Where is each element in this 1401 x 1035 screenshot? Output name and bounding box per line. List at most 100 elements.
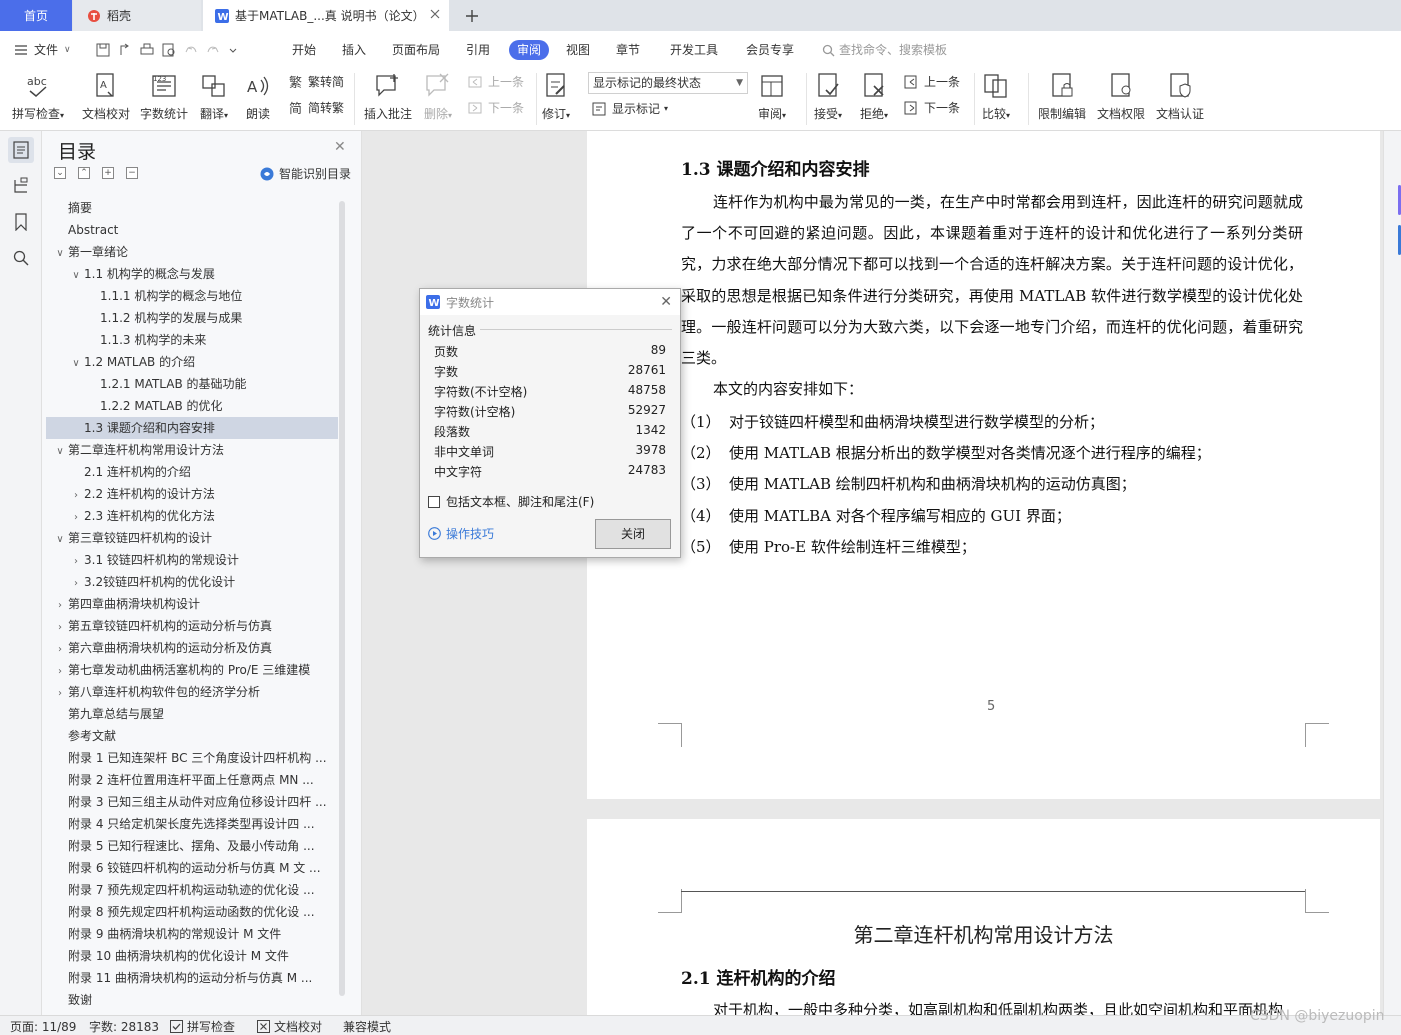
next-change-button[interactable]: 下一条 xyxy=(904,99,960,116)
toc-item[interactable]: › 3.1 铰链四杆机构的常规设计 xyxy=(46,549,338,571)
close-tab-icon[interactable] xyxy=(429,8,441,20)
menu-view[interactable]: 视图 xyxy=(566,40,590,60)
tab-daoke[interactable]: 稻壳 xyxy=(73,0,201,31)
save-icon[interactable] xyxy=(96,43,110,57)
toc-item[interactable]: › 第五章铰链四杆机构的运动分析与仿真 xyxy=(46,615,338,637)
page-indicator[interactable]: 页面: 11/89 xyxy=(10,1018,76,1035)
markup-display-select[interactable]: 显示标记的最终状态 ▼ xyxy=(588,72,748,94)
tab-home[interactable]: 首页 xyxy=(0,0,72,31)
toc-item[interactable]: › 第四章曲柄滑块机构设计 xyxy=(46,593,338,615)
toc-item[interactable]: 附录 10 曲柄滑块机构的优化设计 M 文件 xyxy=(46,945,338,967)
prev-comment-button[interactable]: 上一条 xyxy=(468,73,524,90)
toc-item[interactable]: 附录 2 连杆位置用连杆平面上任意两点 MN ... xyxy=(46,769,338,791)
tips-link[interactable]: 操作技巧 xyxy=(428,525,494,542)
menu-insert[interactable]: 插入 xyxy=(342,40,366,60)
chevron-right-icon[interactable]: › xyxy=(54,595,66,615)
toc-item[interactable]: ∨ 1.2 MATLAB 的介绍 xyxy=(46,351,338,373)
chevron-right-icon[interactable]: › xyxy=(70,485,82,505)
menu-start[interactable]: 开始 xyxy=(292,40,316,60)
doc-proofread-button[interactable]: A 文档校对 xyxy=(82,71,130,122)
toc-item[interactable]: 参考文献 xyxy=(46,725,338,747)
restrict-editing-button[interactable]: 限制编辑 xyxy=(1038,71,1086,122)
prev-change-button[interactable]: 上一条 xyxy=(904,73,960,90)
tab-document[interactable]: W 基于MATLAB_...真 说明书（论文） xyxy=(203,0,449,31)
chevron-right-icon[interactable]: › xyxy=(70,507,82,527)
add-heading-icon[interactable]: + xyxy=(102,167,114,179)
toc-item[interactable]: 附录 7 预先规定四杆机构运动轨迹的优化设 ... xyxy=(46,879,338,901)
accept-button[interactable]: 接受▾ xyxy=(814,71,842,122)
search-icon[interactable] xyxy=(8,245,34,271)
track-changes-button[interactable]: 修订▾ xyxy=(542,71,570,122)
toc-item[interactable]: 1.3 课题介绍和内容安排 xyxy=(46,417,338,439)
toc-item[interactable]: ∨ 第二章连杆机构常用设计方法 xyxy=(46,439,338,461)
toc-item[interactable]: 1.1.1 机构学的概念与地位 xyxy=(46,285,338,307)
toc-scrollbar[interactable] xyxy=(339,201,345,996)
insert-comment-button[interactable]: 插入批注 xyxy=(364,71,412,122)
show-markup-button[interactable]: 显示标记 ▾ xyxy=(592,100,668,117)
simp-to-trad-button[interactable]: 简 简转繁 xyxy=(288,99,344,116)
toc-item[interactable]: 1.2.1 MATLAB 的基础功能 xyxy=(46,373,338,395)
redo-icon[interactable] xyxy=(206,43,220,57)
close-icon[interactable]: ✕ xyxy=(660,294,672,310)
toc-item[interactable]: ∨ 第三章铰链四杆机构的设计 xyxy=(46,527,338,549)
chevron-down-icon[interactable]: ∨ xyxy=(70,265,82,285)
toc-item[interactable]: 附录 1 已知连架杆 BC 三个角度设计四杆机构 ... xyxy=(46,747,338,769)
document-page[interactable]: 1.3 课题介绍和内容安排 连杆作为机构中最为常见的一类，在生产中时常都会用到连… xyxy=(587,131,1380,799)
chevron-down-icon[interactable]: ∨ xyxy=(70,353,82,373)
chevron-right-icon[interactable]: › xyxy=(54,661,66,681)
remove-heading-icon[interactable]: − xyxy=(126,167,138,179)
export-icon[interactable] xyxy=(118,43,132,57)
proofread-status[interactable]: 文档校对 xyxy=(257,1018,322,1035)
spell-check-button[interactable]: abc 拼写检查▾ xyxy=(12,71,64,122)
print-icon[interactable] xyxy=(140,43,154,57)
toc-item[interactable]: 附录 3 已知三组主从动件对应角位移设计四杆 ... xyxy=(46,791,338,813)
toc-item[interactable]: 1.1.3 机构学的未来 xyxy=(46,329,338,351)
toc-item[interactable]: ∨ 1.1 机构学的概念与发展 xyxy=(46,263,338,285)
word-count-indicator[interactable]: 字数: 28183 xyxy=(89,1018,159,1035)
spell-check-status[interactable]: 拼写检查 xyxy=(170,1018,235,1035)
toc-item[interactable]: 1.1.2 机构学的发展与成果 xyxy=(46,307,338,329)
chevron-down-icon[interactable]: ∨ xyxy=(54,529,66,549)
print-preview-icon[interactable] xyxy=(162,43,176,57)
chevron-right-icon[interactable]: › xyxy=(54,617,66,637)
delete-comment-button[interactable]: 删除▾ xyxy=(424,71,452,122)
checkbox-box[interactable] xyxy=(428,495,440,508)
dialog-title-bar[interactable]: W 字数统计 xyxy=(420,289,680,315)
toc-item[interactable]: 2.1 连杆机构的介绍 xyxy=(46,461,338,483)
toc-item[interactable]: 致谢 xyxy=(46,989,338,1005)
chevron-down-icon[interactable]: ∨ xyxy=(54,441,66,461)
toc-item[interactable]: 附录 6 铰链四杆机构的运动分析与仿真 M 文 ... xyxy=(46,857,338,879)
chevron-right-icon[interactable]: › xyxy=(70,551,82,571)
smart-toc-button[interactable]: 智能识别目录 xyxy=(260,165,351,182)
menu-member[interactable]: 会员专享 xyxy=(746,40,794,60)
bookmark-icon[interactable] xyxy=(8,209,34,235)
toc-item[interactable]: 附录 5 已知行程速比、摆角、及最小传动角 ... xyxy=(46,835,338,857)
menu-page-layout[interactable]: 页面布局 xyxy=(392,40,440,60)
document-page[interactable]: 第二章连杆机构常用设计方法 2.1 连杆机构的介绍 对于机构，一般中多种分类，如… xyxy=(587,819,1380,1015)
toc-item[interactable]: Abstract xyxy=(46,219,338,241)
toc-item[interactable]: 附录 4 只给定机架长度先选择类型再设计四 ... xyxy=(46,813,338,835)
toc-item[interactable]: 摘要 xyxy=(46,197,338,219)
include-textbox-checkbox[interactable]: 包括文本框、脚注和尾注(F) xyxy=(428,493,594,510)
chevron-right-icon[interactable]: › xyxy=(54,683,66,703)
close-button[interactable]: 关闭 xyxy=(595,519,671,549)
word-count-button[interactable]: 123 字数统计 xyxy=(140,71,188,122)
toc-item[interactable]: › 第六章曲柄滑块机构的运动分析及仿真 xyxy=(46,637,338,659)
toc-item[interactable]: › 第七章发动机曲柄活塞机构的 Pro/E 三维建模 xyxy=(46,659,338,681)
command-search[interactable]: 查找命令、搜索模板 xyxy=(822,40,947,60)
read-aloud-button[interactable]: A 朗读 xyxy=(244,71,272,122)
menu-developer[interactable]: 开发工具 xyxy=(670,40,718,60)
undo-icon[interactable] xyxy=(184,43,198,57)
toc-item[interactable]: 附录 9 曲柄滑块机构的常规设计 M 文件 xyxy=(46,923,338,945)
trad-to-simp-button[interactable]: 繁 繁转简 xyxy=(288,73,344,90)
toc-item[interactable]: ∨ 第一章绪论 xyxy=(46,241,338,263)
doc-auth-button[interactable]: 文档认证 xyxy=(1156,71,1204,122)
close-icon[interactable]: ✕ xyxy=(334,139,346,155)
doc-rights-button[interactable]: 文档权限 xyxy=(1097,71,1145,122)
expand-all-icon[interactable]: ⌃ xyxy=(78,167,90,179)
toc-item[interactable]: › 第八章连杆机构软件包的经济学分析 xyxy=(46,681,338,703)
menu-review[interactable]: 审阅 xyxy=(509,40,550,60)
menu-chapter[interactable]: 章节 xyxy=(616,40,640,60)
translate-button[interactable]: 翻译▾ xyxy=(200,71,228,122)
chevron-right-icon[interactable]: › xyxy=(70,573,82,593)
